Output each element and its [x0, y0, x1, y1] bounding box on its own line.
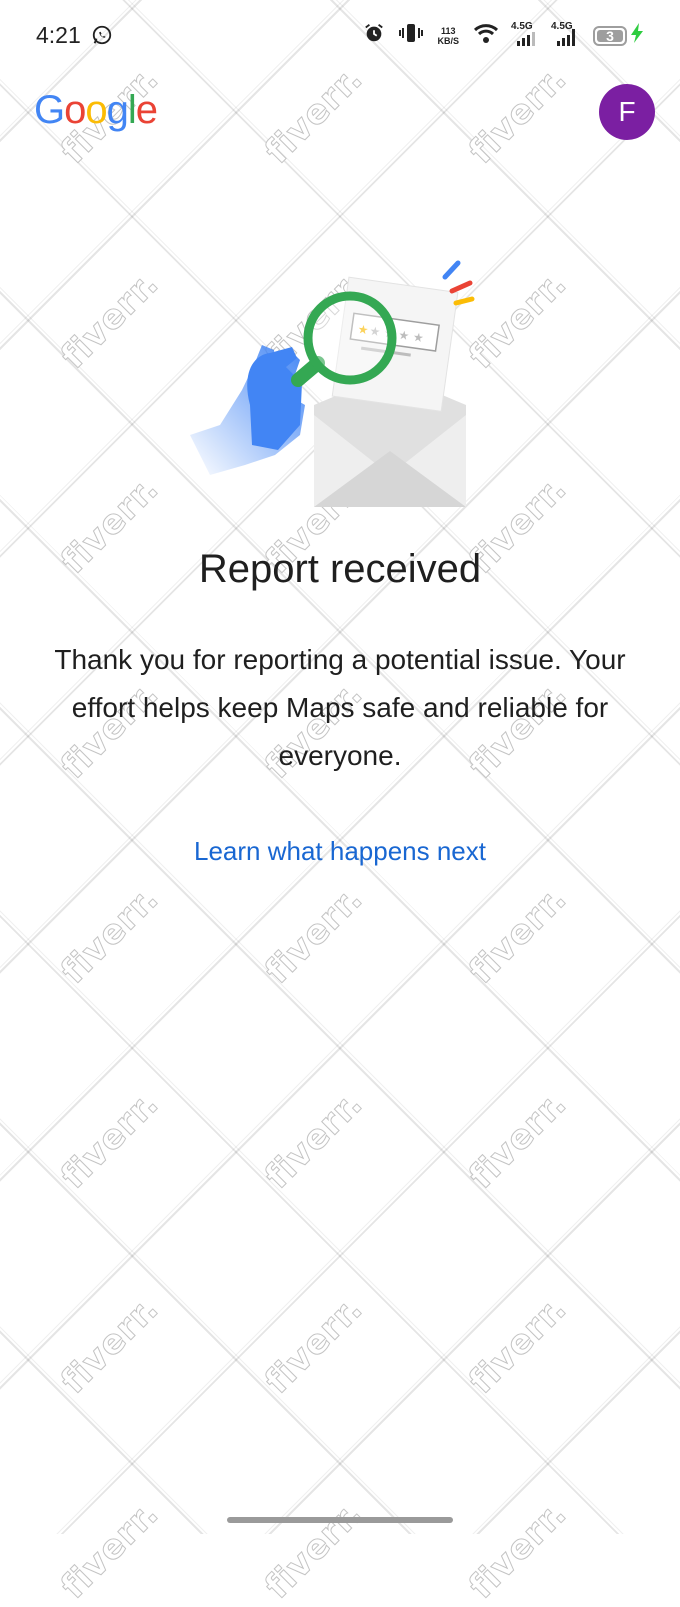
home-indicator[interactable]	[227, 1517, 453, 1523]
watermark-text: fiverr.	[257, 1083, 371, 1197]
vibrate-icon	[399, 22, 424, 49]
watermark-text: fiverr.	[461, 1288, 575, 1402]
signal-icon: 4.5G	[511, 21, 539, 47]
account-avatar[interactable]: F	[599, 84, 655, 140]
logo-letter: l	[127, 88, 137, 132]
report-envelope-illustration: ★ ★ ★ ★ ★	[190, 255, 490, 520]
watermark-text: fiverr.	[53, 1083, 167, 1197]
watermark-text: fiverr.	[461, 1493, 575, 1607]
learn-more-link[interactable]: Learn what happens next	[0, 836, 680, 867]
watermark-text: fiverr.	[461, 1083, 575, 1197]
watermark-text: fiverr.	[53, 1288, 167, 1402]
google-logo: Google	[34, 88, 158, 133]
watermark-text: fiverr.	[53, 878, 167, 992]
watermark-text: fiverr.	[257, 1493, 371, 1607]
watermark-text: fiverr.	[461, 878, 575, 992]
whatsapp-icon	[91, 24, 113, 51]
watermark-text: fiverr.	[257, 878, 371, 992]
logo-letter: o	[64, 88, 86, 132]
logo-letter: G	[34, 88, 65, 132]
wifi-icon	[473, 22, 499, 49]
signal-icon-2: 4.5G	[551, 21, 579, 47]
watermark-text: fiverr.	[257, 1288, 371, 1402]
confirmation-message: Thank you for reporting a potential issu…	[54, 644, 626, 771]
watermark-text: fiverr.	[53, 263, 167, 377]
alarm-icon	[363, 22, 385, 49]
watermark-text: fiverr.	[461, 58, 575, 172]
logo-letter: o	[85, 88, 107, 132]
status-time: 4:21	[36, 22, 81, 48]
logo-letter: g	[106, 88, 129, 132]
logo-letter: e	[135, 88, 158, 132]
watermark-text: fiverr.	[53, 1493, 167, 1607]
page-title: Report received	[198, 547, 482, 591]
battery-icon: 3	[593, 22, 644, 49]
charging-bolt-icon	[630, 22, 644, 49]
status-bar: 4:21 113 KB/S 4.5G 4.5G 3	[0, 0, 680, 72]
net-speed: 113 KB/S	[437, 25, 459, 46]
watermark-text: fiverr.	[257, 58, 371, 172]
